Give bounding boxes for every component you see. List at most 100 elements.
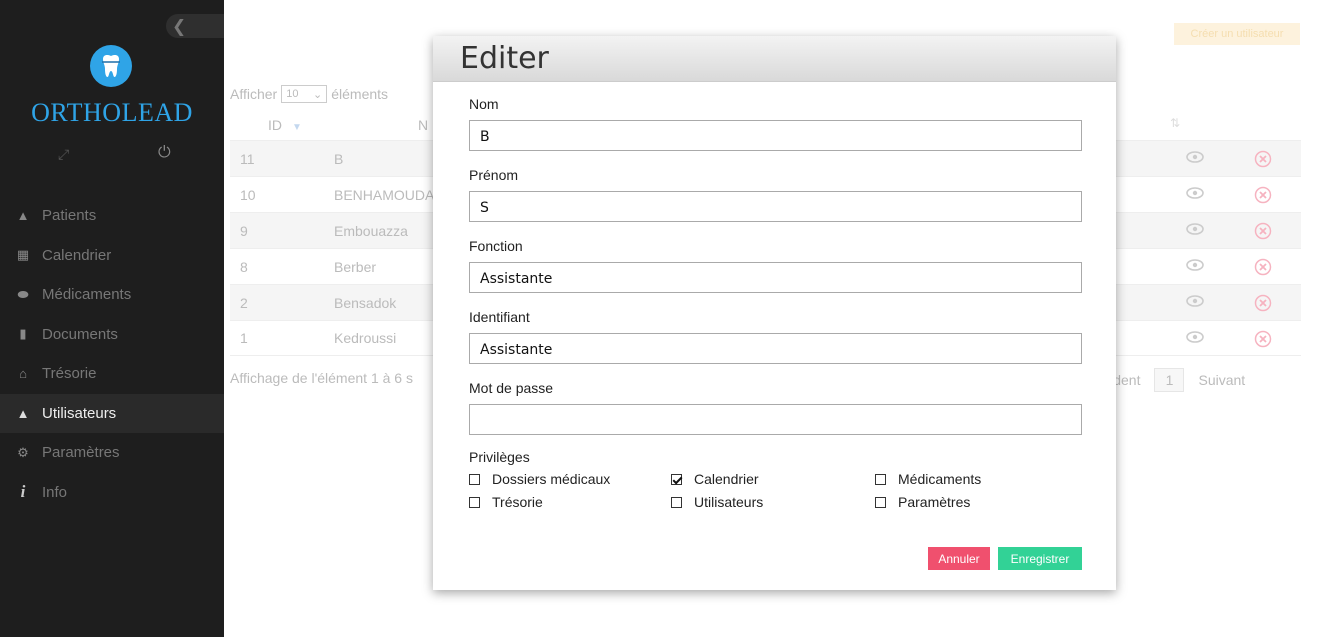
row-name: BENHAMOUDA (334, 186, 435, 203)
chevron-left-icon: ❮ (172, 17, 187, 36)
brand-name: ORTHOLEAD (31, 98, 193, 127)
row-id: 10 (240, 186, 256, 203)
password-label: Mot de passe (469, 380, 554, 396)
page-length-value: 10 (286, 88, 299, 100)
sidebar-item-calendrier[interactable]: ▦ Calendrier (0, 236, 224, 276)
checkbox-label: Dossiers médicaux (492, 471, 611, 487)
modal-header: Editer (433, 36, 1116, 82)
chevron-down-icon: ⌄ (313, 88, 323, 101)
checkbox[interactable] (875, 496, 886, 508)
row-id: 1 (240, 330, 248, 346)
sidebar-item-label: Trésorie (42, 365, 97, 383)
document-icon: ▮ (19, 326, 27, 342)
page-length-select[interactable]: 10 ⌄ (281, 85, 328, 103)
settings-icon: ⚙ (17, 444, 29, 460)
edit-user-form: Nom B Prénom S Fonction Assistante Ident… (469, 96, 1082, 510)
sidebar-item-patients[interactable]: ▲ Patients (0, 196, 224, 236)
sidebar-item-parametres[interactable]: ⚙ Paramètres (0, 433, 224, 473)
checkbox[interactable] (671, 496, 682, 508)
checkbox-label: Trésorie (492, 494, 543, 510)
privilege-dossiers-medicaux[interactable]: Dossiers médicaux (469, 471, 671, 487)
sidebar: ❮ ORTHOLEAD ⤢ ⏻ ▲ Patients ▦ Calendrier … (0, 0, 224, 637)
delete-icon[interactable] (1254, 222, 1272, 240)
sidebar-item-label: Paramètres (42, 444, 120, 462)
sidebar-nav: ▲ Patients ▦ Calendrier ⬬ Médicaments ▮ … (0, 196, 224, 512)
checkbox-label: Paramètres (898, 494, 971, 510)
row-name: Embouazza (334, 222, 408, 239)
modal-title: Editer (460, 41, 549, 76)
sidebar-item-label: Médicaments (42, 286, 132, 304)
privilege-parametres[interactable]: Paramètres (875, 494, 1075, 510)
row-id: 11 (240, 150, 255, 167)
prenom-label: Prénom (469, 167, 519, 183)
sidebar-item-label: Patients (42, 207, 97, 225)
nom-label: Nom (469, 96, 499, 112)
nom-input[interactable]: B (469, 120, 1082, 151)
page-button[interactable]: 1 (1154, 368, 1185, 392)
row-id: 8 (240, 258, 248, 275)
sidebar-item-label: Info (42, 483, 68, 501)
create-user-button[interactable]: Créer un utilisateur (1174, 23, 1300, 45)
fonction-input[interactable]: Assistante (469, 262, 1082, 293)
delete-icon[interactable] (1254, 150, 1272, 168)
checkbox-label: Calendrier (694, 471, 759, 487)
privilege-tresorie[interactable]: Trésorie (469, 494, 671, 510)
sidebar-item-label: Utilisateurs (42, 404, 117, 422)
sidebar-item-tresorie[interactable]: ⌂ Trésorie (0, 354, 224, 394)
column-header-name[interactable]: N (418, 117, 428, 133)
delete-icon[interactable] (1254, 258, 1272, 276)
row-name: Bensadok (334, 294, 397, 311)
checkbox[interactable] (469, 496, 480, 508)
user-group-icon: ▲ (16, 208, 30, 224)
eye-icon[interactable] (1186, 187, 1204, 199)
modal-actions: Annuler Enregistrer (928, 547, 1082, 570)
delete-icon[interactable] (1254, 330, 1272, 348)
identifiant-label: Identifiant (469, 309, 530, 325)
tooth-logo-icon (90, 45, 132, 87)
fullscreen-icon[interactable]: ⤢ (58, 146, 69, 163)
save-button[interactable]: Enregistrer (998, 547, 1082, 570)
next-page-button[interactable]: Suivant (1198, 372, 1245, 388)
column-header-id[interactable]: ID ▼ (268, 117, 302, 133)
cancel-button[interactable]: Annuler (928, 547, 990, 570)
row-name: Berber (334, 258, 377, 275)
sidebar-item-info[interactable]: i Info (0, 473, 224, 513)
info-icon: i (20, 482, 26, 502)
eye-icon[interactable] (1186, 151, 1204, 163)
checkbox[interactable] (875, 473, 886, 485)
eye-icon[interactable] (1186, 223, 1204, 235)
sidebar-item-medicaments[interactable]: ⬬ Médicaments (0, 275, 224, 315)
pill-icon: ⬬ (17, 286, 29, 302)
sort-icon[interactable]: ⇅ (1170, 116, 1180, 130)
identifiant-input[interactable]: Assistante (469, 333, 1082, 364)
eye-icon[interactable] (1186, 259, 1204, 271)
privilege-calendrier[interactable]: Calendrier (671, 471, 875, 487)
eye-icon[interactable] (1186, 331, 1204, 343)
sidebar-item-utilisateurs[interactable]: ▲ Utilisateurs (0, 393, 224, 433)
row-name: B (334, 150, 344, 167)
column-header-label: ID (268, 117, 282, 133)
eye-icon[interactable] (1186, 295, 1204, 307)
password-input[interactable] (469, 404, 1082, 435)
fonction-label: Fonction (469, 238, 523, 254)
delete-icon[interactable] (1254, 294, 1272, 312)
checkbox-checked[interactable] (671, 473, 682, 485)
checkbox-label: Médicaments (898, 471, 982, 487)
privileges-label: Privilèges (469, 449, 530, 465)
row-name: Kedroussi (334, 330, 397, 346)
sidebar-item-label: Calendrier (42, 246, 112, 264)
show-prefix: Afficher (230, 86, 278, 102)
privilege-medicaments[interactable]: Médicaments (875, 471, 1075, 487)
power-icon[interactable]: ⏻ (158, 144, 171, 162)
show-suffix: éléments (331, 86, 389, 102)
prenom-input[interactable]: S (469, 191, 1082, 222)
sidebar-item-documents[interactable]: ▮ Documents (0, 315, 224, 355)
sidebar-item-label: Documents (42, 325, 118, 343)
delete-icon[interactable] (1254, 186, 1272, 204)
collapse-sidebar-button[interactable]: ❮ (166, 14, 224, 38)
checkbox[interactable] (469, 473, 480, 485)
privilege-utilisateurs[interactable]: Utilisateurs (671, 494, 875, 510)
edit-user-modal: Editer Nom B Prénom S Fonction Assistant… (433, 36, 1116, 590)
checkbox-label: Utilisateurs (694, 494, 764, 510)
row-id: 9 (240, 222, 248, 239)
